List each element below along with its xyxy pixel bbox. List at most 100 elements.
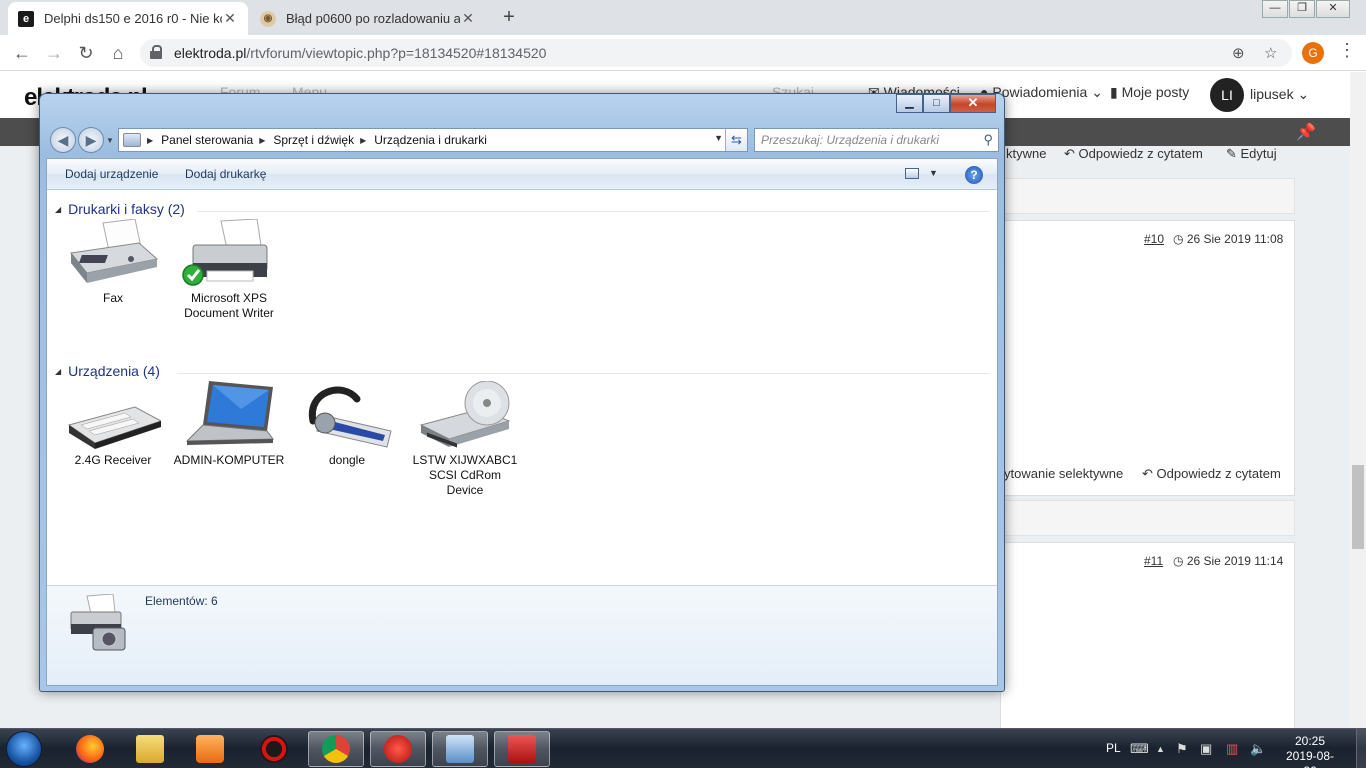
recent-pages-chevron-icon[interactable]: ▼ <box>106 136 114 145</box>
reply-quote-link[interactable]: ↶ Odpowiedz z cytatem <box>1064 146 1203 162</box>
taskbar-toolbox[interactable] <box>494 731 550 767</box>
view-dropdown-icon[interactable]: ▼ <box>929 168 938 178</box>
language-indicator[interactable]: PL <box>1106 741 1121 755</box>
my-posts-link[interactable]: ▮ Moje posty <box>1110 84 1189 101</box>
selective-quote-link[interactable]: ktywne <box>1006 146 1046 161</box>
command-bar: Dodaj urządzenie Dodaj drukarkę ▼ ? <box>47 159 997 190</box>
group-header-devices[interactable]: ◢ Urządzenia (4) <box>55 363 160 379</box>
laptop-icon <box>185 381 274 445</box>
group-divider <box>177 373 989 374</box>
usb-device-icon[interactable]: ▣ <box>1200 741 1212 757</box>
add-icon[interactable]: ⊕ <box>1232 44 1245 62</box>
device-dongle[interactable]: dongle <box>291 381 403 468</box>
diagnostic-tool-icon <box>260 735 288 763</box>
browser-menu-icon[interactable]: ⋮ <box>1338 40 1356 61</box>
group-header-printers[interactable]: ◢ Drukarki i faksy (2) <box>55 201 185 217</box>
browser-tab-strip: e Delphi ds150 e 2016 r0 - Nie kom ✕ ◉ B… <box>0 0 1366 35</box>
lock-icon <box>150 45 162 59</box>
address-dropdown-icon[interactable]: ▼ <box>714 133 723 143</box>
browser-minimize-button[interactable]: — <box>1262 0 1288 18</box>
tab-close-icon[interactable]: ✕ <box>460 10 476 27</box>
tab-close-icon[interactable]: ✕ <box>222 10 238 27</box>
taskbar-firefox[interactable] <box>62 731 118 767</box>
tab-delphi[interactable]: e Delphi ds150 e 2016 r0 - Nie kom ✕ <box>8 2 248 35</box>
fax-icon <box>70 219 159 283</box>
user-avatar[interactable]: LI <box>1210 78 1244 112</box>
volume-icon[interactable]: 🔈 <box>1250 741 1266 757</box>
search-icon[interactable]: ⚲ <box>983 132 993 148</box>
device-2-4g-receiver[interactable]: 2.4G Receiver <box>57 381 169 468</box>
browser-close-button[interactable]: ✕ <box>1316 0 1350 18</box>
post-date: ◷ 26 Sie 2019 11:08 <box>1173 232 1284 246</box>
post-number[interactable]: #11 <box>1144 554 1163 568</box>
page-scrollbar-thumb[interactable] <box>1352 465 1364 549</box>
taskbar-media-player[interactable] <box>182 731 238 767</box>
breadcrumb-separator-icon[interactable]: ▶ <box>360 136 366 145</box>
breadcrumb-hardware-sound[interactable]: Sprzęt i dźwięk <box>273 133 354 147</box>
post-number[interactable]: #10 <box>1144 232 1164 246</box>
keyboard-layout-icon[interactable]: ⌨ <box>1130 741 1149 757</box>
username-menu[interactable]: lipusek ⌄ <box>1250 86 1309 103</box>
tab-blad-p0600[interactable]: ◉ Błąd p0600 po rozladowaniu aku ✕ <box>250 2 486 35</box>
bookmark-star-icon[interactable]: ☆ <box>1264 44 1277 62</box>
clock-time: 20:25 <box>1294 734 1326 748</box>
pin-icon[interactable]: 📌 <box>1296 122 1316 142</box>
help-button[interactable]: ? <box>965 166 983 184</box>
explorer-address-bar[interactable]: ▶ Panel sterowania ▶ Sprzęt i dźwięk ▶ U… <box>118 128 748 152</box>
device-fax[interactable]: Fax <box>57 219 169 306</box>
tab-title: Błąd p0600 po rozladowaniu aku <box>286 11 460 26</box>
selective-quote-link[interactable]: ytowanie selektywne <box>1004 466 1123 481</box>
taskbar-clock[interactable]: 20:25 2019-08-26 <box>1280 734 1340 768</box>
device-lstw-cdrom[interactable]: LSTW XIJWXABC1 SCSI CdRom Device <box>409 381 521 498</box>
show-hidden-icons-icon[interactable]: ▲ <box>1156 744 1165 754</box>
taskbar-car-diagnostic[interactable] <box>370 731 426 767</box>
address-bar[interactable]: elektroda.pl/rtvforum/viewtopic.php?p=18… <box>140 39 1292 67</box>
close-button[interactable]: ✕ <box>950 94 996 113</box>
explorer-search-input[interactable]: Przeszukaj: Urządzenia i drukarki ⚲ <box>754 128 999 152</box>
back-arrow-icon[interactable]: ◀ <box>50 127 76 153</box>
chrome-icon <box>322 735 350 763</box>
start-button[interactable] <box>6 731 42 767</box>
network-icon[interactable]: ▥ <box>1226 741 1238 757</box>
taskbar-file-explorer[interactable] <box>122 731 178 767</box>
breadcrumb-separator-icon[interactable]: ▶ <box>147 136 153 145</box>
minimize-button[interactable]: ▁ <box>896 94 923 113</box>
post-10-card: #10 ◷ 26 Sie 2019 11:08 <box>1000 220 1295 496</box>
toolbox-icon <box>508 735 536 763</box>
maximize-button[interactable]: □ <box>923 94 950 113</box>
taskbar-control-panel[interactable] <box>432 731 488 767</box>
breadcrumb-devices-printers[interactable]: Urządzenia i drukarki <box>374 133 487 147</box>
show-desktop-button[interactable] <box>1356 729 1366 768</box>
action-center-flag-icon[interactable]: ⚑ <box>1176 741 1188 757</box>
forward-arrow-icon[interactable]: → <box>42 41 66 65</box>
page-scrollbar[interactable] <box>1350 72 1366 728</box>
reload-icon[interactable]: ↻ <box>74 41 98 65</box>
breadcrumb-control-panel[interactable]: Panel sterowania <box>161 133 253 147</box>
forward-arrow-icon[interactable]: ▶ <box>78 127 104 153</box>
add-printer-button[interactable]: Dodaj drukarkę <box>185 167 266 181</box>
view-options-icon[interactable] <box>905 168 919 179</box>
home-icon[interactable]: ⌂ <box>106 41 130 65</box>
collapse-triangle-icon[interactable]: ◢ <box>55 367 61 376</box>
taskbar-diagnostic-tool[interactable] <box>246 731 302 767</box>
post-separator <box>1000 500 1295 536</box>
taskbar-chrome[interactable] <box>308 731 364 767</box>
new-tab-button[interactable]: + <box>498 7 520 29</box>
post-date: ◷ 26 Sie 2019 11:14 <box>1173 554 1284 568</box>
profile-avatar[interactable]: G <box>1302 42 1324 64</box>
reply-quote-link[interactable]: ↶ Odpowiedz z cytatem <box>1142 466 1281 482</box>
refresh-icon[interactable]: ⇆ <box>725 129 747 151</box>
devices-printers-icon <box>70 594 126 651</box>
edit-link[interactable]: ✎ Edytuj <box>1226 146 1277 162</box>
cdrom-icon <box>419 381 511 448</box>
collapse-triangle-icon[interactable]: ◢ <box>55 205 61 214</box>
device-admin-komputer[interactable]: ADMIN-KOMPUTER <box>173 381 285 468</box>
browser-maximize-button[interactable]: ❐ <box>1289 0 1315 18</box>
control-panel-icon <box>446 735 474 763</box>
breadcrumb-separator-icon[interactable]: ▶ <box>259 136 265 145</box>
back-arrow-icon[interactable]: ← <box>10 41 34 65</box>
post-11-card: #11 ◷ 26 Sie 2019 11:14 <box>1000 542 1295 728</box>
item-count: Elementów: 6 <box>145 594 218 608</box>
device-xps-writer[interactable]: Microsoft XPS Document Writer <box>173 219 285 321</box>
add-device-button[interactable]: Dodaj urządzenie <box>65 167 158 181</box>
